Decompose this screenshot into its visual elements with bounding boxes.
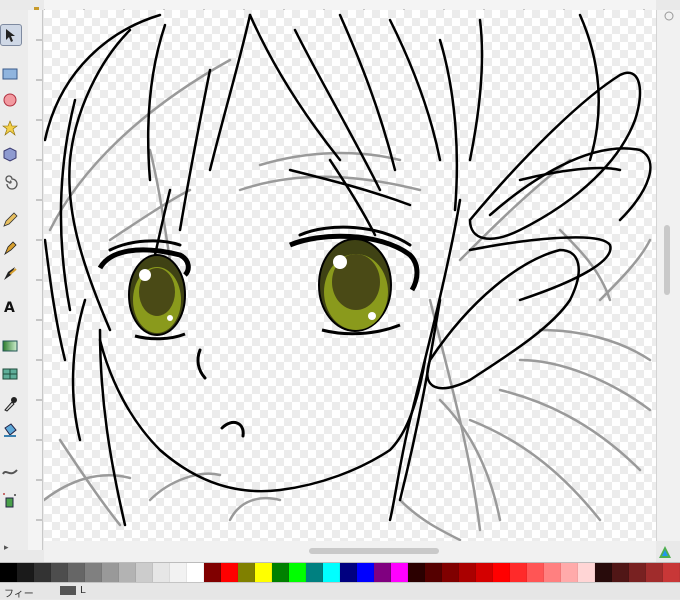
horizontal-scrollbar[interactable] bbox=[44, 541, 656, 562]
color-swatch[interactable] bbox=[629, 563, 646, 583]
spiral-tool-icon[interactable] bbox=[0, 172, 20, 192]
horizontal-scroll-thumb[interactable] bbox=[309, 548, 439, 554]
color-swatch[interactable] bbox=[170, 563, 187, 583]
color-swatch[interactable] bbox=[136, 563, 153, 583]
status-bar: フィー L bbox=[0, 582, 680, 600]
color-swatch[interactable] bbox=[85, 563, 102, 583]
anime-face-drawing[interactable] bbox=[44, 10, 656, 541]
toolbox: A bbox=[0, 10, 29, 550]
pen-tool-icon[interactable] bbox=[0, 238, 20, 258]
color-swatch[interactable] bbox=[408, 563, 425, 583]
spray-tool-icon[interactable] bbox=[0, 490, 20, 510]
color-swatch[interactable] bbox=[340, 563, 357, 583]
chevron-up-icon[interactable] bbox=[657, 10, 680, 30]
color-swatch[interactable] bbox=[0, 563, 17, 583]
color-swatch[interactable] bbox=[255, 563, 272, 583]
color-swatch[interactable] bbox=[646, 563, 663, 583]
color-swatch[interactable] bbox=[323, 563, 340, 583]
star-tool-icon[interactable] bbox=[0, 118, 20, 138]
mesh-tool-icon[interactable] bbox=[0, 364, 20, 384]
vertical-scroll-thumb[interactable] bbox=[664, 225, 670, 295]
color-swatch[interactable] bbox=[238, 563, 255, 583]
calligraphy-tool-icon[interactable] bbox=[0, 264, 20, 284]
3d-box-tool-icon[interactable] bbox=[0, 144, 20, 164]
color-swatch[interactable] bbox=[221, 563, 238, 583]
paint-bucket-tool-icon[interactable] bbox=[0, 420, 20, 440]
ellipse-tool-icon[interactable] bbox=[0, 90, 20, 110]
left-eye bbox=[97, 247, 191, 341]
color-palette bbox=[0, 562, 680, 583]
color-swatch[interactable] bbox=[187, 563, 204, 583]
drawing-canvas[interactable] bbox=[44, 10, 656, 541]
color-swatch[interactable] bbox=[476, 563, 493, 583]
color-swatch[interactable] bbox=[459, 563, 476, 583]
color-swatch[interactable] bbox=[51, 563, 68, 583]
ruler-corner bbox=[0, 0, 44, 13]
color-swatch[interactable] bbox=[493, 563, 510, 583]
color-swatch[interactable] bbox=[595, 563, 612, 583]
color-swatch[interactable] bbox=[102, 563, 119, 583]
tweak-tool-icon[interactable] bbox=[0, 462, 20, 482]
color-swatch[interactable] bbox=[357, 563, 374, 583]
fill-indicator[interactable] bbox=[60, 586, 76, 595]
color-swatch[interactable] bbox=[34, 563, 51, 583]
color-swatch[interactable] bbox=[442, 563, 459, 583]
color-swatch[interactable] bbox=[68, 563, 85, 583]
dropper-tool-icon[interactable] bbox=[0, 394, 20, 414]
color-swatch[interactable] bbox=[153, 563, 170, 583]
color-manage-icon[interactable] bbox=[658, 545, 672, 559]
vertical-ruler[interactable] bbox=[28, 10, 43, 550]
svg-text:A: A bbox=[4, 300, 15, 314]
node-tool-icon[interactable] bbox=[0, 24, 22, 46]
color-swatch[interactable] bbox=[17, 563, 34, 583]
chevron-right-icon[interactable]: ▸ bbox=[4, 543, 9, 553]
fill-label: L bbox=[80, 585, 86, 596]
vertical-scrollbar[interactable] bbox=[656, 10, 680, 541]
color-swatch[interactable] bbox=[612, 563, 629, 583]
color-swatch[interactable] bbox=[119, 563, 136, 583]
pencil-tool-icon[interactable] bbox=[0, 210, 20, 230]
color-swatch[interactable] bbox=[374, 563, 391, 583]
color-swatch[interactable] bbox=[272, 563, 289, 583]
color-swatch[interactable] bbox=[425, 563, 442, 583]
color-swatch[interactable] bbox=[544, 563, 561, 583]
color-swatch[interactable] bbox=[306, 563, 323, 583]
color-swatch[interactable] bbox=[561, 563, 578, 583]
color-swatch[interactable] bbox=[527, 563, 544, 583]
gradient-tool-icon[interactable] bbox=[0, 336, 20, 356]
color-swatch[interactable] bbox=[510, 563, 527, 583]
text-tool-icon[interactable]: A bbox=[0, 296, 20, 316]
color-swatch[interactable] bbox=[289, 563, 306, 583]
right-eye bbox=[289, 233, 420, 336]
color-swatch[interactable] bbox=[578, 563, 595, 583]
rectangle-tool-icon[interactable] bbox=[0, 64, 20, 84]
color-swatch[interactable] bbox=[204, 563, 221, 583]
color-swatch[interactable] bbox=[663, 563, 680, 583]
color-swatch[interactable] bbox=[391, 563, 408, 583]
